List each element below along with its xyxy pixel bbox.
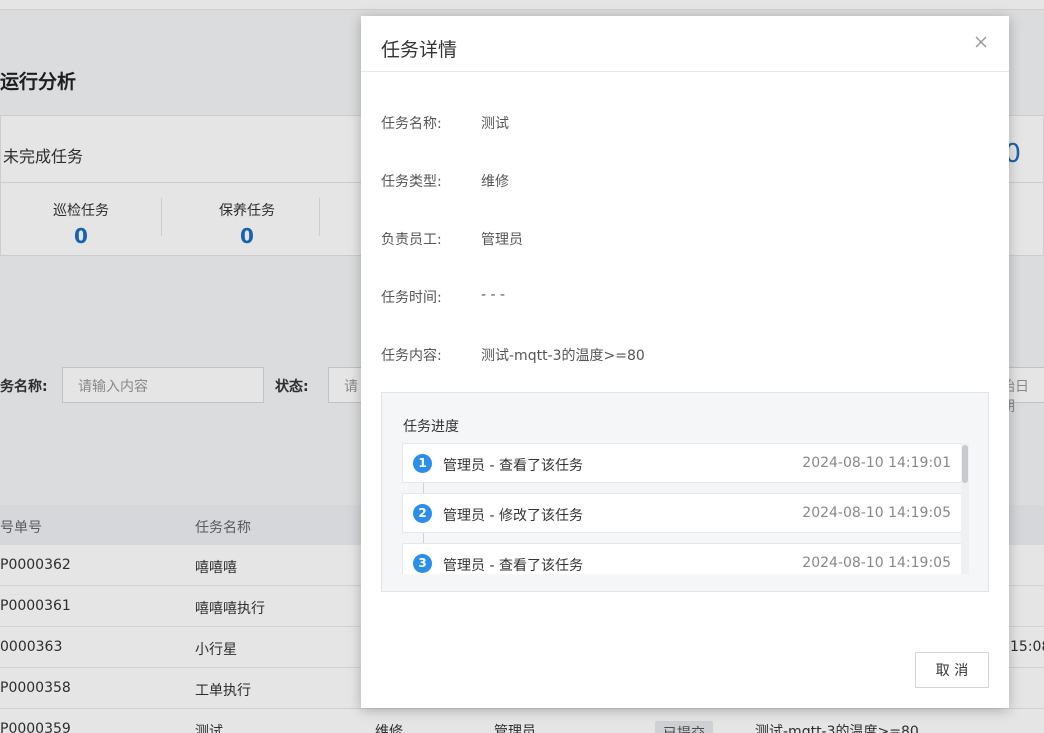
- field-label: 任务类型:: [381, 174, 442, 190]
- field-value: 管理员: [481, 232, 523, 248]
- progress-scrollbar[interactable]: [961, 443, 969, 574]
- progress-text: 管理员 - 修改了该任务: [443, 508, 583, 524]
- task-progress-panel: 任务进度 1 管理员 - 查看了该任务 2024-08-10 14:19:01 …: [381, 392, 989, 592]
- field-value: - - -: [481, 287, 506, 303]
- progress-item: 1 管理员 - 查看了该任务 2024-08-10 14:19:01: [402, 443, 962, 483]
- field-value: 维修: [481, 174, 509, 190]
- step-number-badge: 3: [413, 554, 432, 573]
- dialog-header: 任务详情: [361, 16, 1009, 72]
- step-number-badge: 2: [413, 504, 432, 523]
- field-label: 任务内容:: [381, 348, 442, 364]
- progress-time: 2024-08-10 14:19:05: [802, 555, 951, 571]
- field-value: 测试: [481, 116, 509, 132]
- progress-text: 管理员 - 查看了该任务: [443, 558, 583, 574]
- task-detail-dialog: 任务详情 任务名称: 测试 任务类型: 维修 负责员工: 管理员 任务时间: -…: [361, 16, 1009, 708]
- progress-title: 任务进度: [403, 419, 459, 435]
- scrollbar-thumb[interactable]: [962, 445, 968, 483]
- progress-item: 2 管理员 - 修改了该任务 2024-08-10 14:19:05: [402, 493, 962, 533]
- field-label: 任务名称:: [381, 116, 442, 132]
- progress-list[interactable]: 1 管理员 - 查看了该任务 2024-08-10 14:19:01 2 管理员…: [402, 443, 969, 574]
- close-icon[interactable]: [971, 32, 991, 52]
- step-number-badge: 1: [413, 454, 432, 473]
- progress-text: 管理员 - 查看了该任务: [443, 458, 583, 474]
- cancel-button[interactable]: 取 消: [915, 652, 989, 688]
- field-label: 负责员工:: [381, 232, 442, 248]
- progress-time: 2024-08-10 14:19:01: [802, 455, 951, 471]
- field-value: 测试-mqtt-3的温度>=80: [481, 348, 645, 364]
- progress-item: 3 管理员 - 查看了该任务 2024-08-10 14:19:05: [402, 543, 962, 574]
- dialog-title: 任务详情: [381, 39, 458, 61]
- progress-time: 2024-08-10 14:19:05: [802, 505, 951, 521]
- field-label: 任务时间:: [381, 290, 442, 306]
